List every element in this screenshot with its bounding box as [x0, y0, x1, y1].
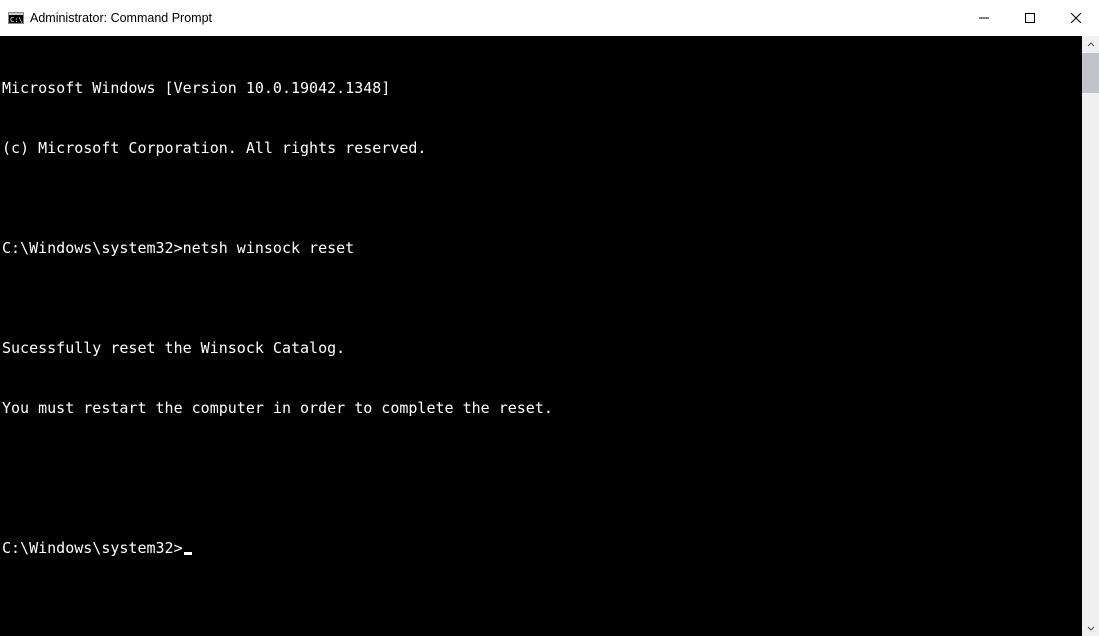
close-icon	[1071, 13, 1081, 23]
cmd-icon: C:\	[8, 10, 24, 26]
terminal-output[interactable]: Microsoft Windows [Version 10.0.19042.13…	[0, 36, 1082, 636]
terminal-line: C:\Windows\system32>netsh winsock reset	[2, 238, 1082, 258]
window-title: Administrator: Command Prompt	[30, 11, 212, 25]
vertical-scrollbar[interactable]	[1082, 36, 1099, 636]
terminal-line: Microsoft Windows [Version 10.0.19042.13…	[2, 78, 1082, 98]
maximize-button[interactable]	[1007, 0, 1053, 36]
minimize-icon	[979, 13, 989, 23]
command-text: netsh winsock reset	[183, 239, 355, 257]
maximize-icon	[1025, 13, 1035, 23]
cursor	[184, 552, 192, 555]
prompt: C:\Windows\system32>	[2, 539, 183, 557]
window-controls	[961, 0, 1099, 36]
scroll-up-button[interactable]	[1082, 36, 1099, 53]
prompt: C:\Windows\system32>	[2, 239, 183, 257]
terminal-line: C:\Windows\system32>	[2, 538, 1082, 558]
terminal-line: Sucessfully reset the Winsock Catalog.	[2, 338, 1082, 358]
scroll-thumb[interactable]	[1082, 53, 1099, 93]
svg-text:C:\: C:\	[10, 16, 23, 24]
client-area: Microsoft Windows [Version 10.0.19042.13…	[0, 36, 1099, 636]
terminal-line: (c) Microsoft Corporation. All rights re…	[2, 138, 1082, 158]
minimize-button[interactable]	[961, 0, 1007, 36]
title-bar-left: C:\ Administrator: Command Prompt	[8, 10, 212, 26]
chevron-down-icon	[1087, 624, 1095, 632]
scroll-down-button[interactable]	[1082, 619, 1099, 636]
title-bar: C:\ Administrator: Command Prompt	[0, 0, 1099, 36]
chevron-up-icon	[1087, 41, 1095, 49]
close-button[interactable]	[1053, 0, 1099, 36]
scroll-track[interactable]	[1082, 53, 1099, 619]
terminal-line: You must restart the computer in order t…	[2, 398, 1082, 418]
